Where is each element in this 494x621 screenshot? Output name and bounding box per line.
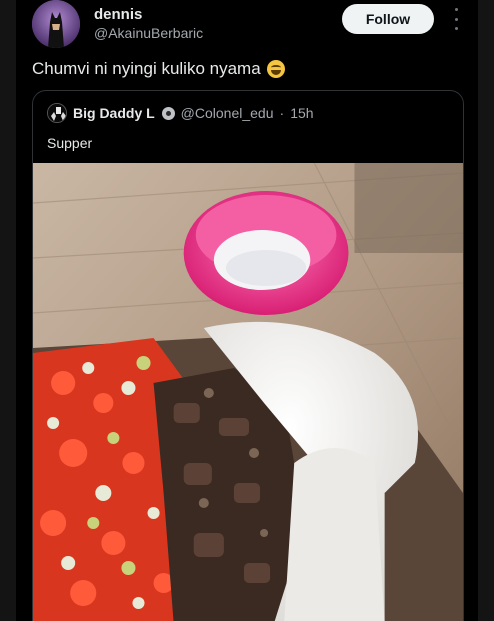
quoted-avatar[interactable] — [47, 103, 67, 123]
post-card[interactable]: dennis @AkainuBerbaric Follow Chumvi ni … — [16, 0, 478, 621]
page: dennis @AkainuBerbaric Follow Chumvi ni … — [0, 0, 494, 621]
left-gutter — [0, 0, 16, 621]
quoted-post[interactable]: Big Daddy L @Colonel_edu · 15h Supper — [32, 90, 464, 621]
avatar[interactable] — [32, 0, 80, 48]
author-block[interactable]: dennis @AkainuBerbaric — [94, 6, 203, 42]
quoted-photo[interactable] — [33, 162, 463, 621]
disc-icon — [161, 106, 175, 120]
food-photo-image — [33, 162, 463, 621]
quoted-time[interactable]: 15h — [290, 105, 313, 121]
post-text-content: Chumvi ni nyingi kuliko nyama — [32, 59, 261, 78]
quoted-handle[interactable]: @Colonel_edu — [181, 105, 274, 121]
quoted-avatar-icon — [48, 104, 66, 122]
quoted-display-name[interactable]: Big Daddy L — [73, 105, 155, 121]
right-gutter — [478, 0, 494, 621]
follow-button[interactable]: Follow — [342, 4, 434, 34]
more-vertical-icon[interactable] — [450, 8, 462, 30]
grinning-sweat-emoji-icon — [266, 60, 285, 78]
batman-avatar-icon — [32, 0, 80, 48]
post-text: Chumvi ni nyingi kuliko nyama — [32, 58, 285, 80]
quoted-post-header: Big Daddy L @Colonel_edu · 15h — [47, 103, 314, 123]
quoted-separator: · — [279, 105, 285, 121]
author-handle[interactable]: @AkainuBerbaric — [94, 24, 203, 42]
author-display-name[interactable]: dennis — [94, 6, 203, 24]
quoted-text: Supper — [47, 135, 93, 151]
